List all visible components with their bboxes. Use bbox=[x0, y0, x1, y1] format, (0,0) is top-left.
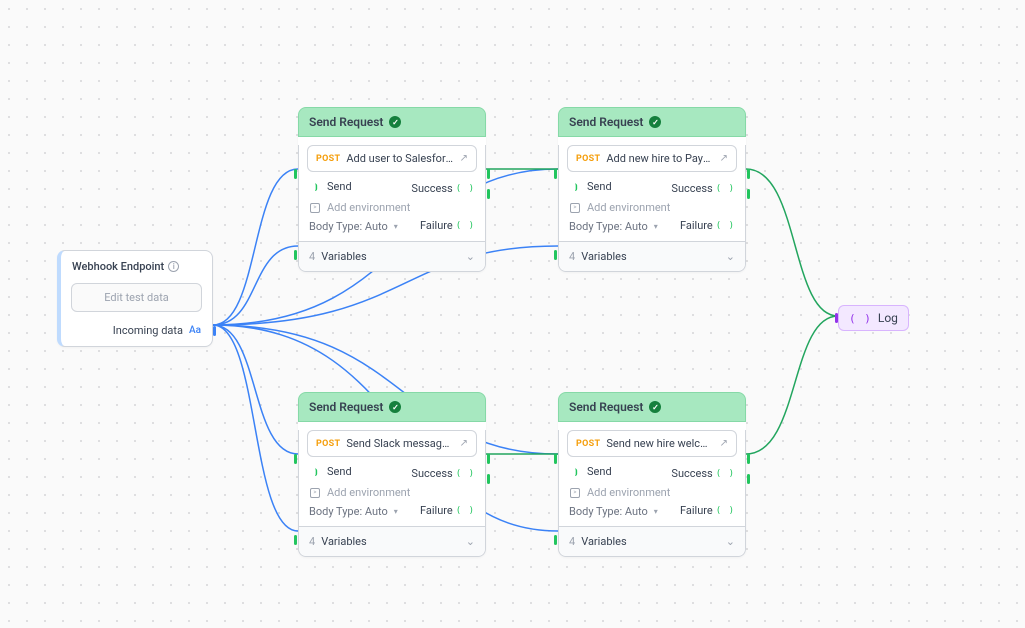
send-request-node-salesforce[interactable]: Send Request POST Add user to Salesforce… bbox=[298, 107, 486, 272]
output-port-failure[interactable] bbox=[747, 189, 750, 199]
variables-row[interactable]: 4 Variables ⌄ bbox=[559, 526, 745, 556]
output-port-failure[interactable] bbox=[487, 189, 490, 199]
http-method: POST bbox=[576, 439, 600, 449]
variables-row[interactable]: 4 Variables ⌄ bbox=[299, 526, 485, 556]
send-request-node-payroll[interactable]: Send Request POST Add new hire to Payrol… bbox=[558, 107, 746, 272]
variables-row[interactable]: 4 Variables ⌄ bbox=[299, 241, 485, 271]
body-type-label[interactable]: Body Type: Auto bbox=[569, 220, 648, 233]
variables-count: 4 bbox=[309, 535, 315, 548]
input-port-vars[interactable] bbox=[554, 250, 557, 260]
http-method: POST bbox=[316, 154, 340, 164]
input-port-send[interactable] bbox=[294, 169, 297, 179]
output-port-success[interactable] bbox=[747, 454, 750, 464]
request-descriptor[interactable]: POST Add new hire to Payroll ↗ bbox=[567, 145, 737, 172]
send-request-node-welcome-email[interactable]: Send Request POST Send new hire welcome … bbox=[558, 392, 746, 557]
env-label[interactable]: Add environment bbox=[327, 486, 410, 499]
success-label: Success bbox=[671, 467, 712, 480]
webhook-node[interactable]: Webhook Endpoint i Edit test data Incomi… bbox=[57, 250, 213, 347]
input-port-send[interactable] bbox=[554, 454, 557, 464]
variables-count: 4 bbox=[569, 535, 575, 548]
chevron-down-icon: ⌄ bbox=[466, 535, 475, 548]
env-label[interactable]: Add environment bbox=[327, 201, 410, 214]
variables-row[interactable]: 4 Variables ⌄ bbox=[559, 241, 745, 271]
external-link-icon[interactable]: ↗ bbox=[460, 153, 468, 164]
incoming-data-label: Incoming data bbox=[113, 324, 183, 337]
edit-test-data-button[interactable]: Edit test data bbox=[71, 283, 202, 312]
send-label: Send bbox=[327, 465, 352, 478]
node-title: Send Request bbox=[309, 400, 383, 414]
variables-count: 4 bbox=[309, 250, 315, 263]
output-port-success[interactable] bbox=[487, 454, 490, 464]
chevron-down-icon[interactable]: ▾ bbox=[654, 507, 658, 516]
env-label[interactable]: Add environment bbox=[587, 201, 670, 214]
verified-icon bbox=[389, 401, 401, 413]
chevron-down-icon[interactable]: ▾ bbox=[394, 507, 398, 516]
node-title: Send Request bbox=[569, 115, 643, 129]
input-port-vars[interactable] bbox=[554, 535, 557, 545]
node-title: Send Request bbox=[309, 115, 383, 129]
chevron-down-icon: ⌄ bbox=[726, 535, 735, 548]
input-port-send[interactable] bbox=[294, 454, 297, 464]
external-link-icon[interactable]: ↗ bbox=[720, 438, 728, 449]
env-icon bbox=[310, 203, 320, 213]
verified-icon bbox=[389, 116, 401, 128]
request-descriptor[interactable]: POST Add user to Salesforce ↗ bbox=[307, 145, 477, 172]
env-icon bbox=[570, 203, 580, 213]
env-icon bbox=[310, 488, 320, 498]
output-port-success[interactable] bbox=[747, 169, 750, 179]
variables-label: Variables bbox=[581, 535, 627, 548]
verified-icon bbox=[649, 401, 661, 413]
node-title: Send Request bbox=[569, 400, 643, 414]
request-descriptor[interactable]: POST Send Slack message to it-team ↗ bbox=[307, 430, 477, 457]
env-label[interactable]: Add environment bbox=[587, 486, 670, 499]
parentheses-icon: ( ) bbox=[849, 312, 872, 325]
send-label: Send bbox=[327, 180, 352, 193]
log-label: Log bbox=[878, 311, 898, 325]
send-label: Send bbox=[587, 465, 612, 478]
variables-label: Variables bbox=[321, 250, 367, 263]
chevron-down-icon: ⌄ bbox=[466, 250, 475, 263]
chevron-down-icon: ⌄ bbox=[726, 250, 735, 263]
input-port[interactable] bbox=[835, 313, 838, 323]
request-description: Send new hire welcome email bbox=[606, 437, 713, 450]
success-label: Success bbox=[411, 182, 452, 195]
body-type-label[interactable]: Body Type: Auto bbox=[309, 505, 388, 518]
request-descriptor[interactable]: POST Send new hire welcome email ↗ bbox=[567, 430, 737, 457]
send-icon bbox=[569, 181, 581, 193]
body-type-label[interactable]: Body Type: Auto bbox=[569, 505, 648, 518]
log-node[interactable]: ( ) Log bbox=[838, 305, 909, 331]
external-link-icon[interactable]: ↗ bbox=[720, 153, 728, 164]
body-type-label[interactable]: Body Type: Auto bbox=[309, 220, 388, 233]
send-icon bbox=[309, 466, 321, 478]
send-icon bbox=[569, 466, 581, 478]
request-description: Send Slack message to it-team bbox=[346, 437, 453, 450]
send-icon bbox=[309, 181, 321, 193]
http-method: POST bbox=[576, 154, 600, 164]
success-label: Success bbox=[411, 467, 452, 480]
output-port-failure[interactable] bbox=[747, 474, 750, 484]
request-description: Add user to Salesforce bbox=[346, 152, 453, 165]
verified-icon bbox=[649, 116, 661, 128]
send-request-node-slack[interactable]: Send Request POST Send Slack message to … bbox=[298, 392, 486, 557]
request-description: Add new hire to Payroll bbox=[606, 152, 713, 165]
external-link-icon[interactable]: ↗ bbox=[460, 438, 468, 449]
http-method: POST bbox=[316, 439, 340, 449]
output-port-failure[interactable] bbox=[487, 474, 490, 484]
input-port-send[interactable] bbox=[554, 169, 557, 179]
output-port[interactable] bbox=[213, 326, 216, 336]
webhook-title: Webhook Endpoint bbox=[72, 260, 164, 273]
info-icon[interactable]: i bbox=[168, 261, 179, 272]
variables-label: Variables bbox=[321, 535, 367, 548]
chevron-down-icon[interactable]: ▾ bbox=[394, 222, 398, 231]
variables-label: Variables bbox=[581, 250, 627, 263]
chevron-down-icon[interactable]: ▾ bbox=[654, 222, 658, 231]
aa-badge: Aa bbox=[189, 325, 201, 336]
input-port-vars[interactable] bbox=[294, 250, 297, 260]
send-label: Send bbox=[587, 180, 612, 193]
input-port-vars[interactable] bbox=[294, 535, 297, 545]
variables-count: 4 bbox=[569, 250, 575, 263]
env-icon bbox=[570, 488, 580, 498]
output-port-success[interactable] bbox=[487, 169, 490, 179]
success-label: Success bbox=[671, 182, 712, 195]
